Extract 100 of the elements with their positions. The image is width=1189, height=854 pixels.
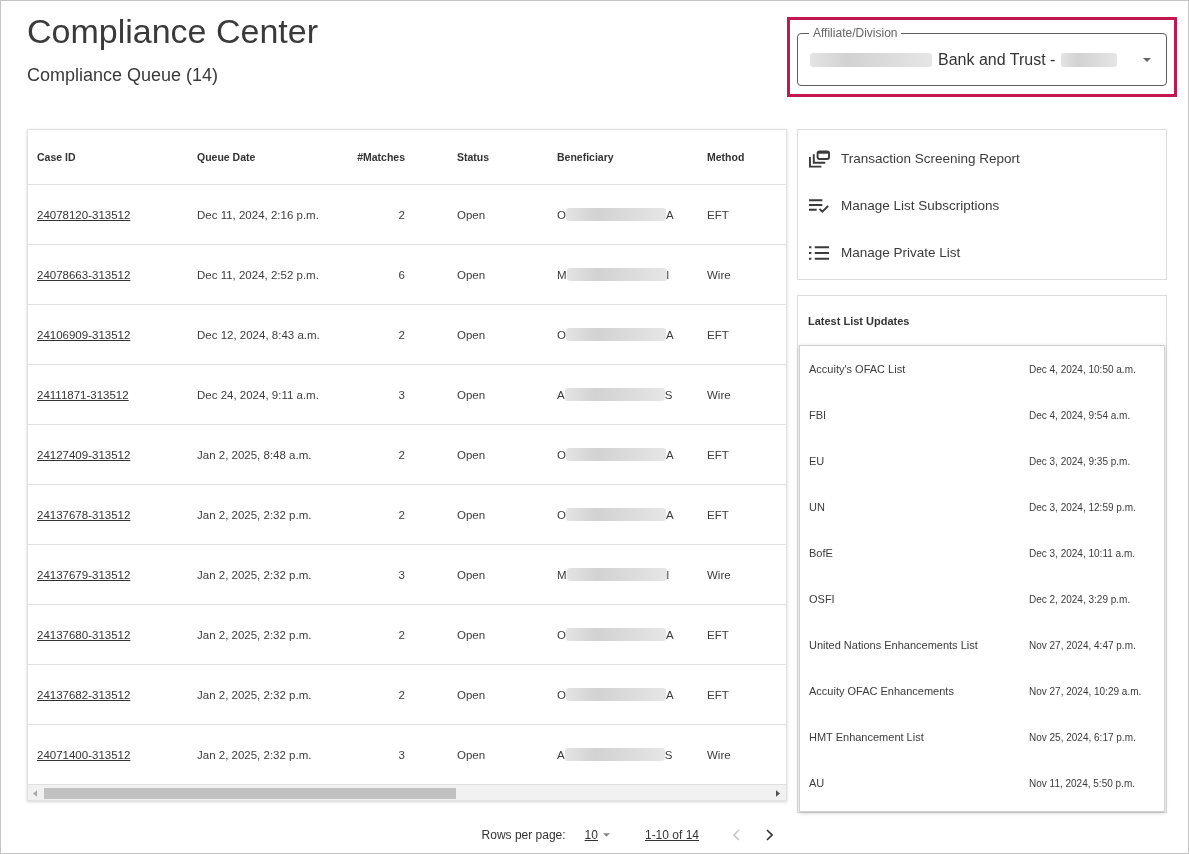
- match-count: 6: [398, 268, 405, 281]
- case-id-link[interactable]: 24078663-313512: [37, 268, 131, 281]
- beneficiary-final: A: [665, 208, 674, 221]
- caret-icon: [602, 833, 610, 837]
- match-count: 2: [398, 688, 405, 701]
- case-id-link[interactable]: 24137678-313512: [37, 508, 131, 521]
- list-name: UN: [809, 501, 825, 513]
- status-text: Open: [457, 688, 486, 701]
- sidebar-link[interactable]: Transaction Screening Report: [798, 135, 1020, 182]
- match-count: 3: [398, 748, 405, 761]
- update-date: Dec 3, 2024, 9:35 p.m.: [1029, 455, 1131, 467]
- update-date: Nov 27, 2024, 4:47 p.m.: [1029, 639, 1136, 651]
- status-text: Open: [457, 208, 486, 221]
- beneficiary-final: A: [665, 628, 674, 641]
- case-id-link[interactable]: 24071400-313512: [37, 748, 131, 761]
- list-name: Accuity OFAC Enhancements: [809, 685, 954, 697]
- selected-value: Bank and Trust -: [938, 50, 1056, 69]
- update-date: Dec 4, 2024, 9:54 a.m.: [1029, 409, 1131, 421]
- case-id-link[interactable]: 24137680-313512: [37, 628, 131, 641]
- beneficiary-final: A: [665, 508, 674, 521]
- column-header: Queue Date: [197, 151, 256, 163]
- beneficiary-initial: O: [557, 448, 566, 461]
- horizontal-scrollbar[interactable]: [28, 785, 786, 800]
- status-text: Open: [457, 748, 486, 761]
- beneficiary-final: S: [664, 748, 673, 761]
- case-id-link[interactable]: 24137679-313512: [37, 568, 131, 581]
- beneficiary-final: A: [665, 448, 674, 461]
- list-name: FBI: [809, 409, 827, 421]
- case-id-link[interactable]: 24078120-313512: [37, 208, 131, 221]
- list-name: BofE: [809, 547, 833, 559]
- list-check-icon: [809, 196, 830, 215]
- queue-date: Jan 2, 2025, 2:32 p.m.: [197, 508, 312, 521]
- update-date: Nov 27, 2024, 10:29 a.m.: [1029, 685, 1142, 697]
- page-range: 1-10 of 14: [644, 828, 699, 842]
- page-subtitle: Compliance Queue (14): [27, 64, 220, 86]
- scroll-right-icon[interactable]: [776, 789, 780, 797]
- scroll-left-icon[interactable]: [33, 789, 37, 797]
- column-header: Method: [707, 151, 745, 163]
- beneficiary-final: A: [665, 688, 674, 701]
- match-count: 2: [398, 508, 405, 521]
- match-count: 2: [398, 628, 405, 641]
- scrollbar-thumb[interactable]: [44, 787, 456, 799]
- page-title: Compliance Center: [27, 11, 319, 51]
- rows-per-page-select[interactable]: 10: [584, 828, 610, 842]
- beneficiary-final: l: [666, 268, 670, 281]
- case-id-link[interactable]: 24106909-313512: [37, 328, 131, 341]
- status-text: Open: [457, 568, 486, 581]
- status-text: Open: [457, 388, 486, 401]
- queue-date: Jan 2, 2025, 2:32 p.m.: [197, 568, 312, 581]
- beneficiary-final: S: [664, 388, 673, 401]
- method-text: EFT: [707, 688, 729, 701]
- list-name: AU: [809, 777, 825, 789]
- beneficiary-initial: M: [557, 268, 567, 281]
- stacked-squares-icon: [809, 149, 830, 168]
- update-date: Dec 3, 2024, 12:59 p.m.: [1029, 501, 1136, 513]
- queue-date: Jan 2, 2025, 2:32 p.m.: [197, 688, 312, 701]
- status-text: Open: [457, 508, 486, 521]
- queue-date: Jan 2, 2025, 2:32 p.m.: [197, 748, 312, 761]
- beneficiary-final: l: [666, 568, 670, 581]
- method-text: EFT: [707, 508, 729, 521]
- next-page-button[interactable]: [766, 829, 773, 841]
- method-text: Wire: [707, 568, 731, 581]
- beneficiary-initial: A: [557, 388, 565, 401]
- beneficiary-final: A: [665, 328, 674, 341]
- status-text: Open: [457, 328, 486, 341]
- method-text: EFT: [707, 448, 729, 461]
- column-header: Case ID: [37, 151, 76, 163]
- match-count: 2: [398, 328, 405, 341]
- queue-date: Dec 11, 2024, 2:16 p.m.: [197, 208, 319, 221]
- status-text: Open: [457, 448, 486, 461]
- case-id-link[interactable]: 24137682-313512: [37, 688, 131, 701]
- update-date: Nov 25, 2024, 6:17 p.m.: [1029, 731, 1136, 743]
- status-text: Open: [457, 628, 486, 641]
- card-title: Latest List Updates: [808, 314, 910, 327]
- update-date: Dec 2, 2024, 3:29 p.m.: [1029, 593, 1131, 605]
- method-text: Wire: [707, 388, 731, 401]
- list-name: HMT Enhancement List: [809, 731, 924, 743]
- beneficiary-initial: O: [557, 628, 566, 641]
- beneficiary-initial: O: [557, 208, 566, 221]
- sidebar-link[interactable]: Manage List Subscriptions: [798, 182, 1000, 229]
- case-id-link[interactable]: 24111871-313512: [37, 388, 129, 401]
- method-text: Wire: [707, 268, 731, 281]
- column-header: Status: [457, 151, 490, 163]
- beneficiary-initial: O: [557, 328, 566, 341]
- redacted-text: [1061, 52, 1118, 67]
- match-count: 2: [398, 208, 405, 221]
- method-text: EFT: [707, 328, 729, 341]
- case-id-link[interactable]: 24127409-313512: [37, 448, 131, 461]
- method-text: Wire: [707, 748, 731, 761]
- update-date: Nov 11, 2024, 5:50 p.m.: [1029, 777, 1135, 789]
- sidebar-link[interactable]: Manage Private List: [798, 229, 961, 276]
- method-text: EFT: [707, 628, 729, 641]
- column-header: #Matches: [357, 151, 405, 163]
- match-count: 3: [398, 388, 405, 401]
- match-count: 2: [398, 448, 405, 461]
- queue-date: Dec 12, 2024, 8:43 a.m.: [197, 328, 320, 341]
- queue-date: Dec 11, 2024, 2:52 p.m.: [197, 268, 319, 281]
- rows-per-page-label: Rows per page:: [481, 828, 566, 842]
- chevron-left-icon: [733, 829, 740, 841]
- queue-date: Dec 24, 2024, 9:11 a.m.: [197, 388, 319, 401]
